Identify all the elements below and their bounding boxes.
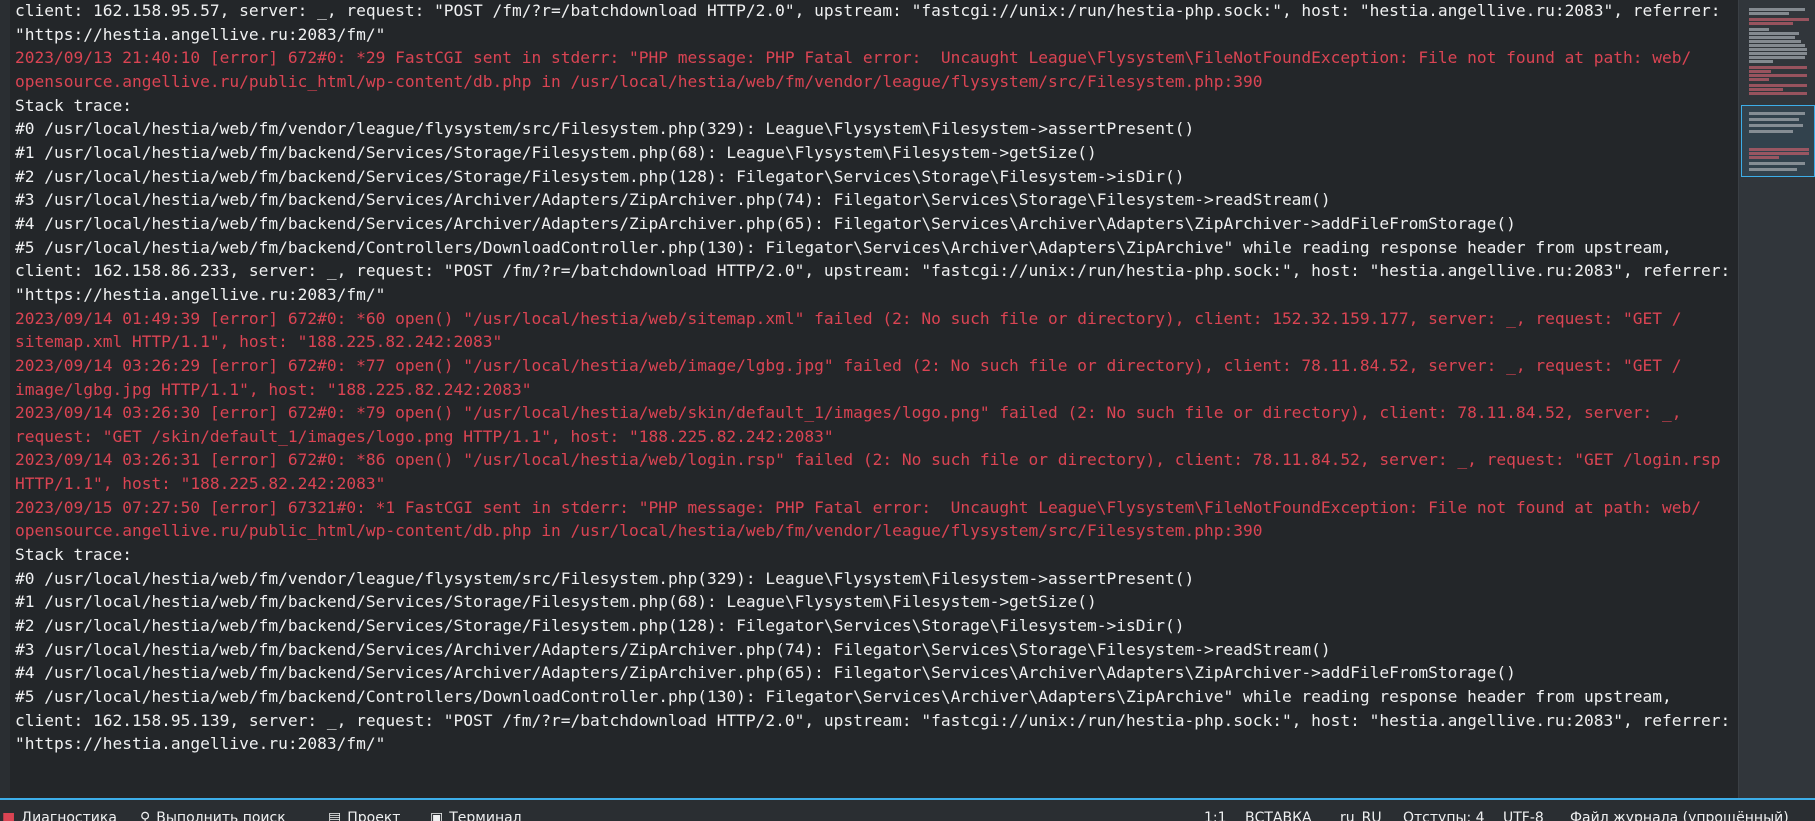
minimap-line [1749,18,1809,21]
log-text-area[interactable]: client: 162.158.95.57, server: _, reques… [15,0,1735,780]
log-line: Stack trace: [15,545,132,565]
minimap-line [1749,28,1769,31]
log-line-error: opensource.angellive.ru/public_html/wp-c… [15,521,1263,541]
input-mode[interactable]: ВСТАВКА [1245,811,1312,821]
log-line-error: HTTP/1.1", host: "188.225.82.242:2083" [15,474,386,494]
minimap-scrollbar[interactable] [1738,0,1815,798]
log-line: client: 162.158.95.139, server: _, reque… [15,710,1731,730]
minimap-line [1749,152,1809,155]
log-line-error: request: "GET /skin/default_1/images/log… [15,426,834,446]
file-type-setting[interactable]: Файл журнала (упрощённый) [1570,811,1789,821]
project-button[interactable]: ▤ Проект [328,811,400,821]
diagnostics-button[interactable]: ■ Диагностика [2,811,117,821]
log-line-error: 2023/09/14 01:49:39 [error] 672#0: *60 o… [15,308,1682,328]
log-line: #2 /usr/local/hestia/web/fm/backend/Serv… [15,166,1185,186]
project-folder-icon: ▤ [328,810,342,821]
minimap-line [1749,40,1801,43]
log-line: #0 /usr/local/hestia/web/fm/vendor/leagu… [15,568,1195,588]
cursor-position[interactable]: 1:1 [1204,811,1227,821]
dictionary-language[interactable]: ru_RU [1340,811,1382,821]
log-editor[interactable]: client: 162.158.95.57, server: _, reques… [0,0,1738,798]
log-line-error: opensource.angellive.ru/public_html/wp-c… [15,71,1263,91]
log-line: "https://hestia.angellive.ru:2083/fm/" [15,734,386,754]
minimap-line [1749,22,1793,25]
status-bar: ■ Диагностика ⚲ Выполнить поиск ▤ Проект ▣ Т… [0,800,1815,821]
minimap-line [1749,48,1807,51]
log-line-error: image/lgbg.jpg HTTP/1.1", host: "188.225… [15,379,532,399]
log-line-error: 2023/09/14 03:26:29 [error] 672#0: *77 o… [15,355,1682,375]
log-line: #5 /usr/local/hestia/web/fm/backend/Cont… [15,687,1672,707]
minimap-line [1749,8,1805,11]
editor-left-border [0,0,10,798]
minimap-line [1749,162,1805,165]
diagnostics-icon: ■ [2,810,16,821]
log-line: #3 /usr/local/hestia/web/fm/backend/Serv… [15,639,1331,659]
minimap-line [1749,92,1807,95]
minimap-line [1749,74,1807,77]
minimap-line [1749,44,1805,47]
minimap-line [1749,32,1799,35]
log-line: #2 /usr/local/hestia/web/fm/backend/Serv… [15,616,1185,636]
minimap-line [1749,78,1769,81]
log-line: "https://hestia.angellive.ru:2083/fm/" [15,24,386,44]
minimap-line [1749,60,1773,63]
log-line: #4 /usr/local/hestia/web/fm/backend/Serv… [15,663,1516,683]
minimap-line [1749,66,1807,69]
log-line: #3 /usr/local/hestia/web/fm/backend/Serv… [15,190,1331,210]
log-line: client: 162.158.95.57, server: _, reques… [15,1,1721,20]
minimap-line [1749,56,1805,59]
minimap-line [1749,112,1805,115]
indentation-setting[interactable]: Отступы: 4 [1403,811,1485,821]
log-line: #1 /usr/local/hestia/web/fm/backend/Serv… [15,142,1097,162]
encoding-setting[interactable]: UTF-8 [1503,811,1544,821]
search-button[interactable]: ⚲ Выполнить поиск [140,811,286,821]
minimap-line [1749,52,1807,55]
minimap-line [1749,36,1795,39]
minimap-line [1749,148,1809,151]
minimap-line [1749,130,1793,133]
log-line: #0 /usr/local/hestia/web/fm/vendor/leagu… [15,119,1195,139]
minimap-line [1749,12,1789,15]
minimap-line [1749,156,1779,159]
log-line: client: 162.158.86.233, server: _, reque… [15,261,1731,281]
log-line-error: sitemap.xml HTTP/1.1", host: "188.225.82… [15,332,503,352]
log-line: Stack trace: [15,95,132,115]
log-line-error: 2023/09/15 07:27:50 [error] 67321#0: *1 … [15,497,1702,517]
minimap-line [1749,168,1797,171]
search-icon: ⚲ [140,810,151,821]
minimap-line [1749,84,1807,87]
log-line: #4 /usr/local/hestia/web/fm/backend/Serv… [15,213,1516,233]
minimap-viewport[interactable] [1741,105,1815,177]
log-line-error: 2023/09/13 21:40:10 [error] 672#0: *29 F… [15,48,1692,68]
minimap-line [1749,118,1799,121]
log-line-error: 2023/09/14 03:26:30 [error] 672#0: *79 o… [15,403,1682,423]
terminal-button[interactable]: ▣ Терминал [430,811,522,821]
log-line-error: 2023/09/14 03:26:31 [error] 672#0: *86 o… [15,450,1721,470]
minimap-line [1749,70,1771,73]
minimap-line [1749,88,1783,91]
terminal-icon: ▣ [430,810,444,821]
log-line: "https://hestia.angellive.ru:2083/fm/" [15,284,386,304]
log-line: #1 /usr/local/hestia/web/fm/backend/Serv… [15,592,1097,612]
minimap-line [1749,124,1803,127]
log-line: #5 /usr/local/hestia/web/fm/backend/Cont… [15,237,1672,257]
